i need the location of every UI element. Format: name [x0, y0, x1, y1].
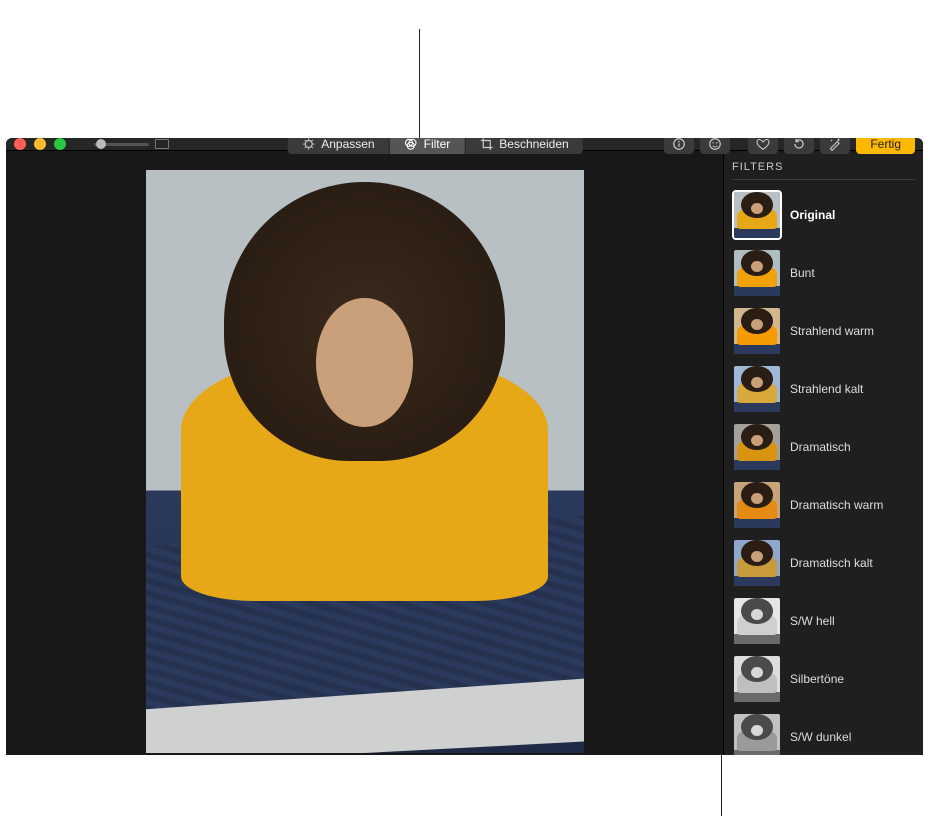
adjust-label: Anpassen	[321, 138, 374, 151]
filter-thumbnail	[734, 482, 780, 528]
filter-thumbnail	[734, 540, 780, 586]
filter-option[interactable]: Dramatisch	[732, 422, 915, 472]
filter-thumbnail	[734, 714, 780, 755]
filter-thumbnail	[734, 366, 780, 412]
edit-mode-segmented-control: Anpassen Filter Beschneiden	[287, 138, 582, 154]
photo-canvas[interactable]	[6, 151, 723, 755]
filter-option[interactable]: Dramatisch kalt	[732, 538, 915, 588]
info-icon	[672, 138, 686, 151]
filter-option-label: Silbertöne	[790, 672, 844, 686]
filter-option[interactable]: Silbertöne	[732, 654, 915, 704]
auto-enhance-button[interactable]	[820, 138, 850, 154]
magic-wand-icon	[828, 138, 842, 151]
zoom-window-button[interactable]	[54, 138, 66, 150]
minimize-window-button[interactable]	[34, 138, 46, 150]
info-button[interactable]	[664, 138, 694, 154]
toolbar-right: Fertig	[664, 138, 915, 154]
rotate-button[interactable]	[784, 138, 814, 154]
filter-thumbnail	[734, 250, 780, 296]
zoom-slider[interactable]	[94, 139, 169, 149]
filter-option[interactable]: Original	[732, 190, 915, 240]
face-icon	[708, 138, 722, 151]
filter-tab[interactable]: Filter	[390, 138, 466, 154]
editor-body: FILTERS Original Bunt Strahlend warm Strahl…	[6, 151, 923, 755]
filter-option-label: Dramatisch warm	[790, 498, 883, 512]
filter-thumbnail	[734, 192, 780, 238]
filter-icon	[404, 138, 418, 151]
crop-label: Beschneiden	[499, 138, 568, 151]
adjust-tab[interactable]: Anpassen	[287, 138, 389, 154]
crop-icon	[479, 138, 493, 151]
zoom-fit-icon	[155, 139, 169, 149]
filter-list: Original Bunt Strahlend warm Strahlend kalt…	[732, 190, 915, 755]
zoom-track	[94, 143, 149, 146]
adjust-icon	[301, 138, 315, 151]
favorite-button[interactable]	[748, 138, 778, 154]
filter-option[interactable]: Strahlend warm	[732, 306, 915, 356]
filter-option-label: Strahlend kalt	[790, 382, 863, 396]
done-button[interactable]: Fertig	[856, 138, 915, 154]
callout-line-bottom	[721, 746, 722, 816]
photos-edit-window: Anpassen Filter Beschneiden	[6, 138, 923, 755]
photo-preview	[146, 170, 584, 753]
filter-option[interactable]: Strahlend kalt	[732, 364, 915, 414]
filter-option-label: Dramatisch	[790, 440, 851, 454]
filter-option-label: S/W dunkel	[790, 730, 851, 744]
filters-panel-title: FILTERS	[732, 161, 915, 173]
filter-option-label: Bunt	[790, 266, 815, 280]
divider	[732, 179, 915, 180]
filter-option-label: Original	[790, 208, 835, 222]
heart-icon	[756, 138, 770, 151]
close-window-button[interactable]	[14, 138, 26, 150]
filter-thumbnail	[734, 656, 780, 702]
filter-option-label: Dramatisch kalt	[790, 556, 873, 570]
filter-option[interactable]: Bunt	[732, 248, 915, 298]
done-label: Fertig	[870, 138, 901, 151]
window-controls	[14, 138, 66, 150]
filter-option-label: S/W hell	[790, 614, 835, 628]
filter-option[interactable]: Dramatisch warm	[732, 480, 915, 530]
zoom-thumb[interactable]	[96, 139, 106, 149]
filter-label: Filter	[424, 138, 451, 151]
filter-thumbnail	[734, 598, 780, 644]
titlebar: Anpassen Filter Beschneiden	[6, 138, 923, 151]
filters-panel: FILTERS Original Bunt Strahlend warm Strahl…	[723, 151, 923, 755]
filter-option-label: Strahlend warm	[790, 324, 874, 338]
filter-option[interactable]: S/W hell	[732, 596, 915, 646]
callout-line-top	[419, 29, 420, 142]
crop-tab[interactable]: Beschneiden	[465, 138, 582, 154]
filter-option[interactable]: S/W dunkel	[732, 712, 915, 755]
filter-thumbnail	[734, 308, 780, 354]
faces-button[interactable]	[700, 138, 730, 154]
filter-thumbnail	[734, 424, 780, 470]
rotate-icon	[792, 138, 806, 151]
